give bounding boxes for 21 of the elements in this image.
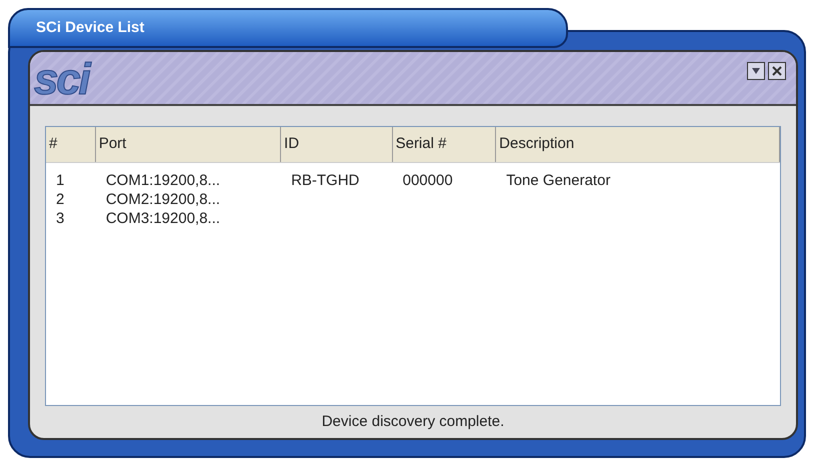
column-header[interactable]: Description [499,133,574,156]
minimize-button[interactable] [747,62,765,80]
column-header[interactable]: Serial # [396,133,446,156]
column-header[interactable]: # [49,133,58,156]
status-text: Device discovery complete. [322,412,504,432]
table-cell: 3 [56,210,64,226]
table-cell: RB-TGHD [291,172,360,188]
table-cell: 000000 [402,172,453,188]
close-icon [772,66,782,76]
column-header[interactable]: ID [284,133,300,156]
minimize-icon [751,66,761,76]
table-cell: 1 [56,172,64,188]
logo-text: sci [34,58,89,102]
table-cell: Tone Generator [506,172,610,188]
table-cell: COM1:19200,8... [106,172,220,188]
close-button[interactable] [768,62,786,80]
table-cell: COM3:19200,8... [106,210,220,226]
window-title: SCi Device List [36,20,144,35]
table-cell: COM2:19200,8... [106,190,220,208]
table-cell: 2 [56,190,64,208]
column-header[interactable]: Port [98,133,126,156]
